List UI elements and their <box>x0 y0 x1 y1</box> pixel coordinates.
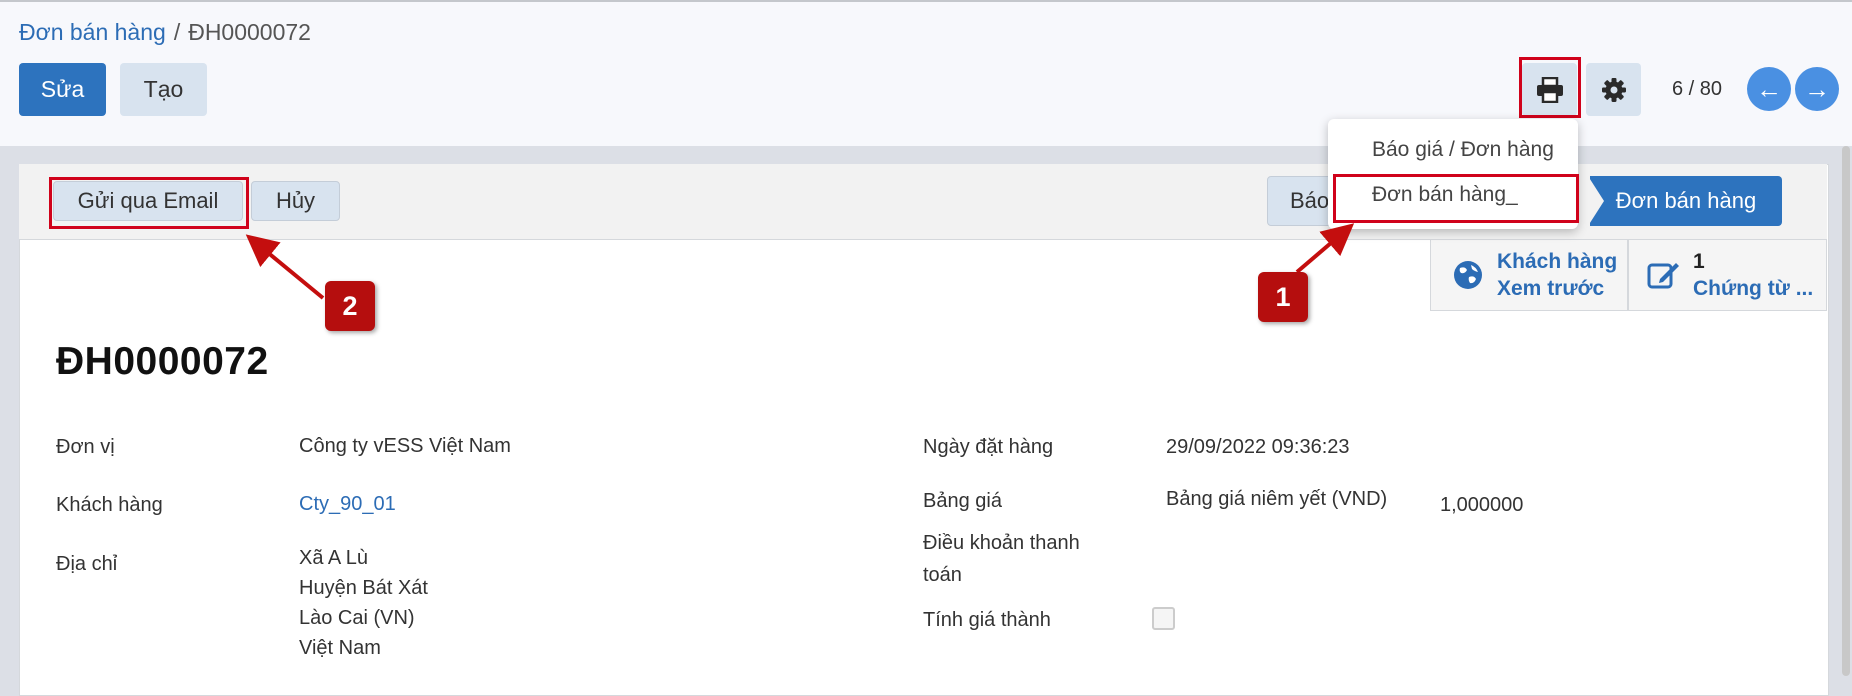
annotation-badge-1: 1 <box>1258 272 1308 322</box>
company-label: Đơn vị <box>56 436 115 458</box>
address-line-4: Việt Nam <box>299 637 381 659</box>
address-label: Địa chỉ <box>56 553 118 575</box>
document-title: ĐH0000072 <box>56 340 269 383</box>
currency-rate-value: 1,000000 <box>1440 494 1524 516</box>
address-line-1: Xã A Lù <box>299 547 368 569</box>
annotation-arrow-2 <box>245 234 325 300</box>
costing-checkbox[interactable] <box>1152 607 1175 630</box>
annotation-badge-2: 2 <box>325 281 375 331</box>
costing-label: Tính giá thành <box>923 609 1051 631</box>
order-date-label: Ngày đặt hàng <box>923 436 1054 458</box>
pricelist-value: Bảng giá niêm yết (VND) <box>1166 488 1388 510</box>
pricelist-label: Bảng giá <box>923 490 1002 512</box>
payment-terms-label: Điều khoản thanh <box>923 532 1080 554</box>
payment-terms-label-cont: toán <box>923 564 962 586</box>
order-date-value: 29/09/2022 09:36:23 <box>1166 436 1350 458</box>
scrollbar[interactable] <box>1842 146 1850 676</box>
customer-link[interactable]: Cty_90_01 <box>299 493 396 516</box>
customer-label: Khách hàng <box>56 494 163 516</box>
address-line-3: Lào Cai (VN) <box>299 607 415 629</box>
company-value: Công ty vESS Việt Nam <box>299 435 511 457</box>
address-line-2: Huyện Bát Xát <box>299 577 428 599</box>
annotation-arrow-1 <box>1295 223 1355 274</box>
